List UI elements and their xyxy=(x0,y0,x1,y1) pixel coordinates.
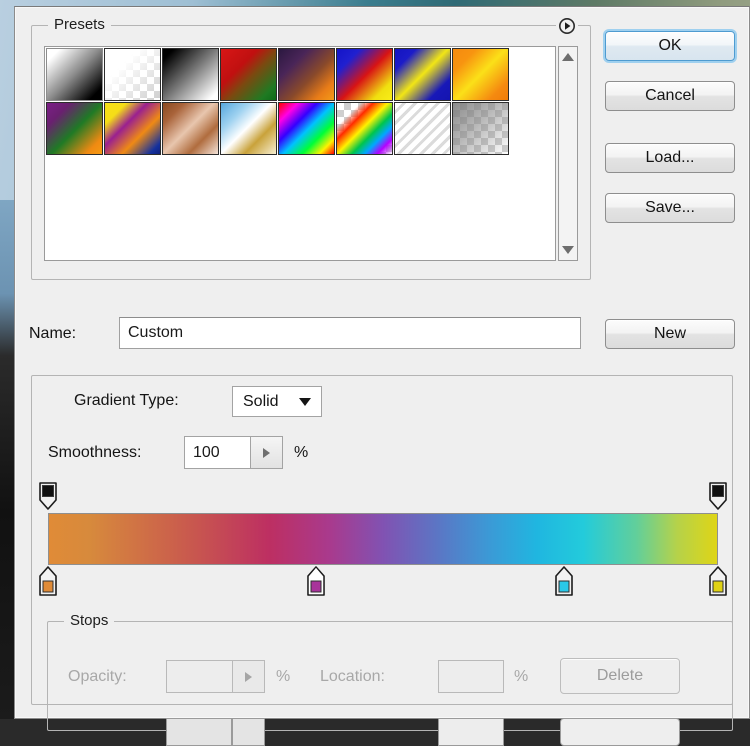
color-swatch-field[interactable] xyxy=(166,718,232,746)
chevron-down-icon xyxy=(299,398,311,406)
presets-legend: Presets xyxy=(48,17,111,33)
smoothness-stepper[interactable] xyxy=(250,436,283,469)
location-unit: % xyxy=(514,668,528,686)
delete-stop-button[interactable]: Delete xyxy=(560,658,680,694)
location2-field[interactable] xyxy=(438,718,504,746)
preset-thumb[interactable] xyxy=(336,48,393,101)
color-stop-orange[interactable] xyxy=(39,566,57,596)
smoothness-input[interactable] xyxy=(184,436,250,469)
preset-thumb[interactable] xyxy=(220,48,277,101)
preset-thumb[interactable] xyxy=(278,48,335,101)
stops-group: Stops Opacity: % Location: % Delete xyxy=(47,621,733,731)
opacity-label: Opacity: xyxy=(68,668,127,686)
preset-thumb-swatch xyxy=(163,49,218,100)
color-swatch-stepper[interactable] xyxy=(232,718,265,746)
save-button[interactable]: Save... xyxy=(605,193,735,223)
preset-thumb[interactable] xyxy=(104,102,161,155)
preset-thumb[interactable] xyxy=(452,102,509,155)
opacity-stepper[interactable] xyxy=(232,660,265,693)
smoothness-label: Smoothness: xyxy=(48,444,141,462)
preset-thumb-swatch xyxy=(337,49,392,100)
preset-thumb[interactable] xyxy=(452,48,509,101)
preset-thumb-swatch xyxy=(395,103,450,154)
preset-thumb[interactable] xyxy=(278,102,335,155)
presets-menu-icon[interactable] xyxy=(556,15,578,37)
preset-thumb[interactable] xyxy=(336,102,393,155)
location-input[interactable] xyxy=(438,660,504,693)
presets-list[interactable] xyxy=(44,46,556,261)
opacity-input[interactable] xyxy=(166,660,232,693)
new-button[interactable]: New xyxy=(605,319,735,349)
preset-thumb-swatch xyxy=(163,103,218,154)
ok-button[interactable]: OK xyxy=(605,31,735,61)
preset-thumb-swatch xyxy=(337,103,392,154)
preset-thumb-swatch xyxy=(279,49,334,100)
load-button[interactable]: Load... xyxy=(605,143,735,173)
preset-thumb-swatch xyxy=(453,103,508,154)
color-stop-cyan[interactable] xyxy=(555,566,573,596)
preset-thumb[interactable] xyxy=(162,102,219,155)
gradient-type-select[interactable]: Solid xyxy=(232,386,322,417)
cancel-button[interactable]: Cancel xyxy=(605,81,735,111)
gradient-type-value: Solid xyxy=(233,393,279,411)
preset-thumb[interactable] xyxy=(162,48,219,101)
gradient-preview-bar[interactable] xyxy=(48,513,718,565)
gradient-editor-dialog: Presets OK Cancel Load... Save... New Na… xyxy=(14,6,750,719)
name-label: Name: xyxy=(29,325,76,343)
gradient-type-label: Gradient Type: xyxy=(72,392,181,410)
preset-thumb[interactable] xyxy=(394,48,451,101)
preset-thumb[interactable] xyxy=(394,102,451,155)
opacity-unit: % xyxy=(276,668,290,686)
presets-scrollbar[interactable] xyxy=(558,46,578,261)
opacity-stop-right[interactable] xyxy=(709,482,727,510)
opacity-stop-left[interactable] xyxy=(39,482,57,510)
delete2-button[interactable] xyxy=(560,718,680,746)
location-label: Location: xyxy=(320,668,385,686)
preset-thumb-swatch xyxy=(453,49,508,100)
preset-thumb-swatch xyxy=(395,49,450,100)
preset-thumb-swatch xyxy=(105,49,160,100)
color-stop-magenta[interactable] xyxy=(307,566,325,596)
gradient-name-input[interactable] xyxy=(119,317,581,349)
preset-thumb-swatch xyxy=(279,103,334,154)
color-stop-yellow[interactable] xyxy=(709,566,727,596)
scroll-down-arrow-icon[interactable] xyxy=(559,240,577,260)
preset-thumb-swatch xyxy=(221,49,276,100)
scroll-up-arrow-icon[interactable] xyxy=(559,47,577,67)
stops-legend: Stops xyxy=(64,613,114,629)
preset-thumb-swatch xyxy=(221,103,276,154)
preset-grid xyxy=(45,47,555,156)
preset-thumb-swatch xyxy=(47,49,102,100)
smoothness-unit: % xyxy=(294,444,308,462)
preset-thumb[interactable] xyxy=(46,48,103,101)
presets-group: Presets xyxy=(31,25,591,280)
preset-thumb[interactable] xyxy=(220,102,277,155)
preset-thumb[interactable] xyxy=(104,48,161,101)
preset-thumb[interactable] xyxy=(46,102,103,155)
preset-thumb-swatch xyxy=(105,103,160,154)
gradient-bar-area xyxy=(48,482,718,604)
preset-thumb-swatch xyxy=(47,103,102,154)
